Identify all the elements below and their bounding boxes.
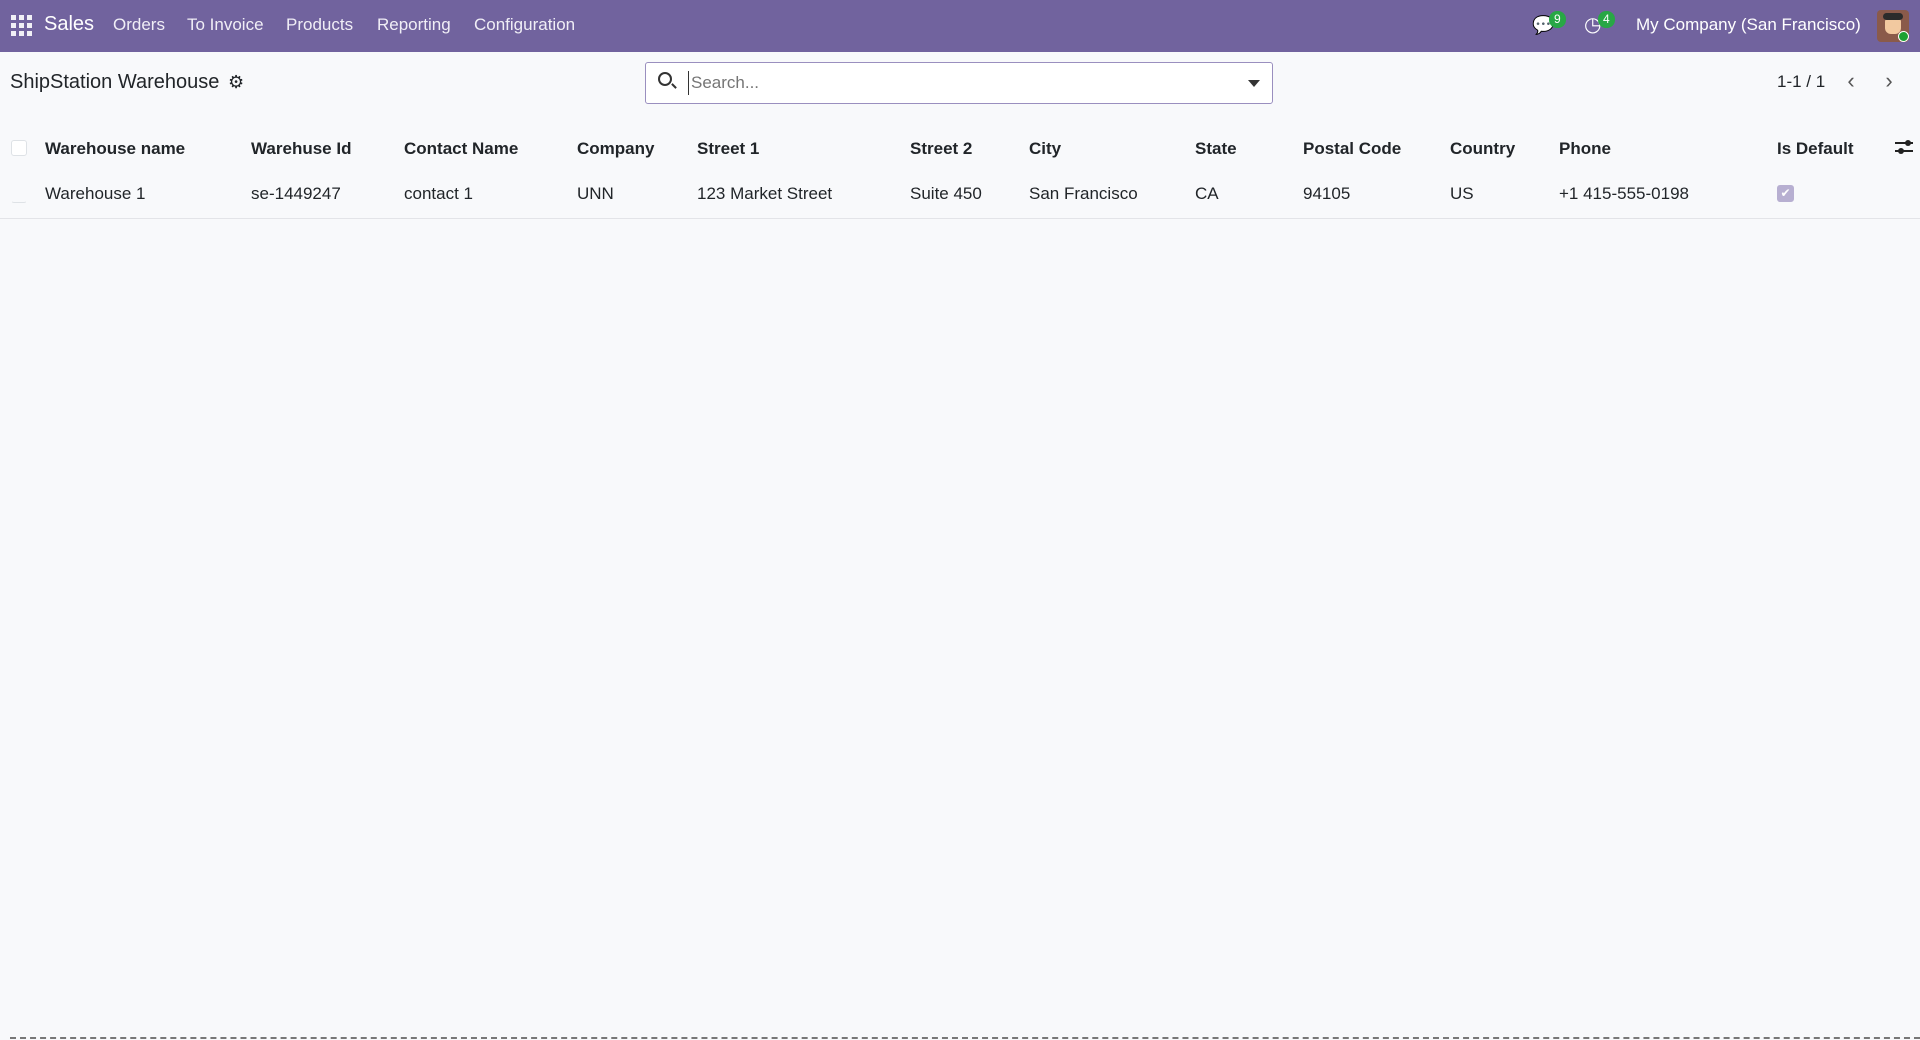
pager-next-button[interactable]: ›: [1872, 64, 1906, 100]
activities-badge: 4: [1598, 11, 1615, 28]
apps-menu-icon[interactable]: [11, 15, 32, 36]
is-default-checkbox: ✔: [1777, 185, 1794, 202]
company-switcher[interactable]: My Company (San Francisco): [1636, 15, 1861, 35]
menu-products[interactable]: Products: [286, 15, 353, 35]
column-header-country[interactable]: Country: [1450, 139, 1515, 159]
column-header-contact-name[interactable]: Contact Name: [404, 139, 518, 159]
cell-company: UNN: [577, 184, 614, 203]
pager-previous-button[interactable]: ‹: [1834, 64, 1868, 100]
app-name[interactable]: Sales: [44, 13, 94, 36]
cell-warehouse-id: se-1449247: [251, 184, 341, 203]
top-navbar: Sales Orders To Invoice Products Reporti…: [0, 0, 1920, 52]
cell-street-1: 123 Market Street: [697, 184, 833, 203]
menu-to-invoice[interactable]: To Invoice: [187, 15, 264, 35]
page-title: ShipStation Warehouse: [10, 71, 220, 93]
cell-warehouse-name: Warehouse 1: [45, 184, 146, 203]
column-header-city[interactable]: City: [1029, 139, 1061, 159]
search-bar: [645, 62, 1273, 104]
table-row[interactable]: Warehouse 1 se-1449247 contact 1 UNN 123…: [0, 175, 1920, 219]
cell-street-2: Suite 450: [910, 184, 982, 203]
cell-contact-name: contact 1: [404, 184, 473, 203]
column-header-postal-code[interactable]: Postal Code: [1303, 139, 1401, 159]
cell-country: US: [1450, 184, 1474, 203]
column-header-state[interactable]: State: [1195, 139, 1237, 159]
search-options-toggle[interactable]: [1248, 80, 1260, 87]
user-avatar[interactable]: [1877, 10, 1909, 42]
optional-columns-icon[interactable]: [1895, 139, 1913, 155]
select-all-checkbox[interactable]: [11, 140, 27, 156]
search-icon: [658, 72, 672, 86]
gear-icon[interactable]: ⚙: [228, 72, 244, 93]
column-header-phone[interactable]: Phone: [1559, 139, 1611, 159]
cell-phone: +1 415-555-0198: [1559, 184, 1689, 203]
menu-reporting[interactable]: Reporting: [377, 15, 451, 35]
search-input[interactable]: [688, 71, 1208, 95]
menu-orders[interactable]: Orders: [113, 15, 165, 35]
divider: [10, 1037, 1920, 1039]
menu-configuration[interactable]: Configuration: [474, 15, 575, 35]
cell-postal-code: 94105: [1303, 184, 1351, 203]
column-header-is-default[interactable]: Is Default: [1777, 139, 1854, 159]
cell-state: CA: [1195, 184, 1219, 203]
column-header-company[interactable]: Company: [577, 139, 654, 159]
column-header-warehouse-name[interactable]: Warehouse name: [45, 139, 185, 159]
column-header-street-1[interactable]: Street 1: [697, 139, 759, 159]
online-status-icon: [1898, 31, 1909, 42]
messages-badge: 9: [1549, 11, 1566, 28]
table-header: Warehouse name Warehuse Id Contact Name …: [0, 135, 1920, 161]
row-checkbox[interactable]: [11, 187, 27, 203]
column-header-street-2[interactable]: Street 2: [910, 139, 972, 159]
pager-value[interactable]: 1-1 / 1: [1777, 72, 1825, 92]
cell-city: San Francisco: [1029, 184, 1138, 203]
column-header-warehouse-id[interactable]: Warehuse Id: [251, 139, 351, 159]
